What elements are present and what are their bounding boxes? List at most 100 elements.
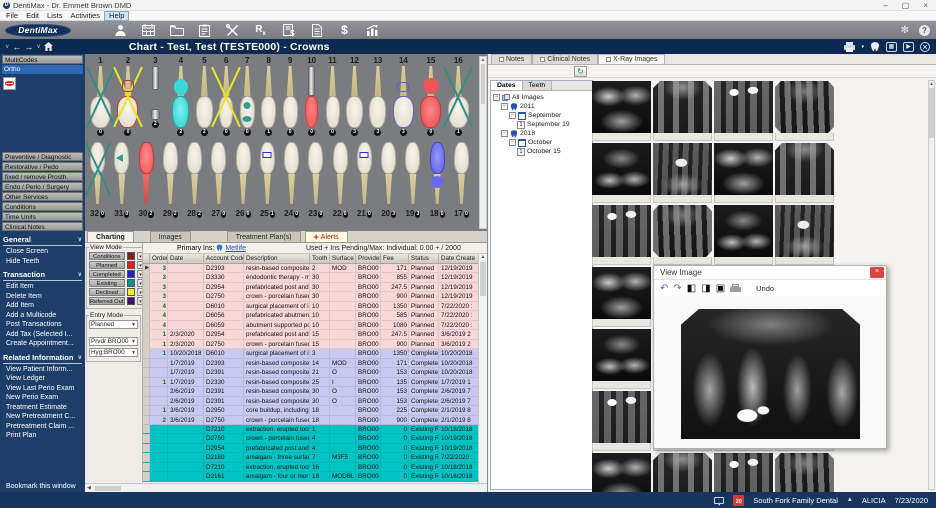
tooth-30[interactable] bbox=[139, 142, 154, 204]
xray-thumbnail[interactable] bbox=[592, 81, 651, 141]
xray-thumbnail[interactable] bbox=[592, 143, 651, 203]
table-row[interactable]: 1/7/2019D2393resin-based composite -14MO… bbox=[143, 359, 487, 368]
table-row[interactable]: 3D2750crown - porcelain fused30BRO00900P… bbox=[143, 292, 487, 301]
tree-tab-dates[interactable]: Dates bbox=[491, 81, 523, 90]
sidebar-item-edit-item[interactable]: Edit Item bbox=[0, 282, 85, 292]
xray-image-large[interactable] bbox=[681, 309, 860, 439]
table-row[interactable]: D2750crown - porcelain fused4BRO000Exist… bbox=[143, 434, 487, 443]
column-header-status[interactable]: Status bbox=[409, 254, 439, 263]
xray-thumbnail[interactable] bbox=[714, 205, 773, 265]
xray-thumbnail-image[interactable] bbox=[714, 453, 773, 492]
sidebar-category-clinical-notes[interactable]: Clinical Notes bbox=[2, 222, 83, 231]
tree-expander[interactable]: − bbox=[501, 130, 508, 137]
table-row[interactable]: D2160amalgam - three surfac7M3F5BRO000Ex… bbox=[143, 453, 487, 462]
tooth-13[interactable]: 3 bbox=[369, 66, 386, 136]
sidebar-item-view-ledger[interactable]: View Ledger bbox=[0, 374, 85, 384]
table-row[interactable]: 2/6/2019D2391resin-based composite -30OB… bbox=[143, 387, 487, 396]
tooth-23[interactable] bbox=[308, 142, 323, 204]
help-icon[interactable]: ? bbox=[919, 25, 930, 36]
xray-thumbnail-image[interactable] bbox=[592, 329, 651, 381]
tree-item-all-images[interactable]: −All Images bbox=[493, 93, 592, 102]
grid-view-icon[interactable]: ▦ bbox=[886, 42, 897, 52]
print-dropdown-caret[interactable]: ▾ bbox=[861, 44, 864, 50]
play-icon[interactable]: ▶ bbox=[903, 42, 914, 52]
tooth-22[interactable] bbox=[333, 142, 348, 204]
sidebar-category-restorative-pedo[interactable]: Restorative / Pedo bbox=[2, 162, 83, 171]
hygienist-select[interactable]: Hyg:BRO00▼ bbox=[89, 348, 138, 357]
xray-thumbnail-image[interactable] bbox=[714, 81, 773, 133]
menu-item-file[interactable]: File bbox=[2, 11, 22, 21]
xray-thumbnail[interactable] bbox=[775, 81, 834, 141]
sidebar-category-other-services[interactable]: Other Services bbox=[2, 192, 83, 201]
menu-item-activities[interactable]: Activities bbox=[66, 11, 104, 21]
chevron-down-icon[interactable]: ∨ bbox=[78, 271, 82, 278]
color-swatch[interactable] bbox=[127, 270, 135, 278]
table-row[interactable]: D7210extraction, erupted toot1BRO000Exis… bbox=[143, 425, 487, 434]
sidebar-category-preventive-diagnostic[interactable]: Preventive / Diagnostic bbox=[2, 152, 83, 161]
xray-thumbnail[interactable] bbox=[592, 205, 651, 265]
sidebar-item-add-a-multicode[interactable]: Add a Multicode bbox=[0, 311, 85, 321]
xray-thumbnail[interactable] bbox=[592, 329, 651, 389]
tooth-chart-icon[interactable] bbox=[870, 42, 880, 52]
column-header-fee[interactable]: Fee bbox=[381, 254, 409, 263]
tooth-6[interactable]: 0 bbox=[219, 66, 233, 136]
tree-item-october-15[interactable]: 1October 15 bbox=[493, 147, 592, 156]
sidebar-item-new-pretreatment-c-[interactable]: New Pretreatment C... bbox=[0, 412, 85, 422]
payment-icon[interactable]: $ bbox=[337, 24, 352, 37]
menu-item-lists[interactable]: Lists bbox=[43, 11, 66, 21]
tab-clinical-notes[interactable]: Clinical Notes bbox=[532, 54, 598, 64]
forward-arrow-icon[interactable]: → bbox=[24, 42, 33, 52]
column-header-account-code[interactable]: Account Code bbox=[204, 254, 244, 263]
xray-thumbnail-image[interactable] bbox=[653, 205, 712, 257]
view-mode-completed-button[interactable]: Completed bbox=[89, 270, 125, 278]
sidebar-item-hide-teeth[interactable]: Hide Teeth bbox=[0, 257, 85, 267]
table-row[interactable]: 4D6010surgical placement of in10BRO00135… bbox=[143, 302, 487, 311]
tree-item-2018[interactable]: −2018 bbox=[493, 129, 592, 138]
chart-scrollbar[interactable]: ▲ bbox=[479, 56, 487, 229]
menu-item-help[interactable]: Help bbox=[104, 11, 129, 21]
table-row[interactable]: D2954prefabricated post and4BRO000Existi… bbox=[143, 444, 487, 453]
xray-thumbnail-image[interactable] bbox=[775, 453, 834, 492]
xray-thumbnail-image[interactable] bbox=[592, 205, 651, 257]
xray-thumbnail-image[interactable] bbox=[592, 267, 651, 319]
table-row[interactable]: 12/3/2020D2750crown - porcelain fused15B… bbox=[143, 340, 487, 349]
chevron-down-icon[interactable]: ∨ bbox=[78, 354, 82, 361]
tooth-18[interactable] bbox=[430, 142, 445, 204]
tooth-12[interactable]: 3 bbox=[346, 66, 363, 136]
tooth-2[interactable]: 0 bbox=[117, 66, 138, 136]
sidebar-item-delete-item[interactable]: Delete Item bbox=[0, 292, 85, 302]
table-row[interactable]: 4D6056prefabricated abutment10BRO00585Pl… bbox=[143, 311, 487, 320]
xray-thumbnail-image[interactable] bbox=[592, 453, 651, 492]
color-swatch[interactable] bbox=[127, 297, 135, 305]
xray-thumbnail[interactable] bbox=[653, 81, 712, 141]
table-vertical-scrollbar[interactable]: ▲ bbox=[478, 254, 487, 483]
xray-thumbnail-image[interactable] bbox=[775, 81, 834, 133]
primary-ins-link[interactable]: Metlife bbox=[225, 245, 246, 252]
tooth-26[interactable] bbox=[236, 142, 251, 204]
xray-thumbnail[interactable] bbox=[592, 267, 651, 327]
xray-thumbnail[interactable] bbox=[653, 205, 712, 265]
sidebar-item-treatment-estimate[interactable]: Treatment Estimate bbox=[0, 403, 85, 413]
collapse-chevron-icon[interactable]: ∨ bbox=[5, 43, 9, 50]
instruments-icon[interactable] bbox=[225, 24, 240, 37]
xray-thumbnail[interactable] bbox=[653, 453, 712, 492]
calendar-badge-icon[interactable]: 20 bbox=[733, 495, 744, 506]
entry-mode-select[interactable]: Planned▼ bbox=[89, 320, 138, 329]
column-header-selector[interactable] bbox=[143, 254, 150, 263]
table-row[interactable]: 110/20/2018D6010surgical placement of in… bbox=[143, 349, 487, 358]
sidebar-item-add-item[interactable]: Add Item bbox=[0, 301, 85, 311]
close-chart-icon[interactable]: × bbox=[920, 42, 930, 52]
xray-thumbnail-image[interactable] bbox=[592, 391, 651, 443]
table-row[interactable]: 3D3330endodontic therapy - m30BRO00855Pl… bbox=[143, 273, 487, 282]
tooth-1[interactable]: 0 bbox=[90, 66, 111, 136]
table-horizontal-scrollbar[interactable]: ◀▶ bbox=[85, 483, 487, 492]
xray-thumbnail-image[interactable] bbox=[775, 205, 834, 257]
settings-gear-icon[interactable]: ✻ bbox=[901, 25, 909, 36]
table-row[interactable]: 4D6059abutment supported po10BRO001080Pl… bbox=[143, 321, 487, 330]
tree-expander[interactable]: − bbox=[501, 103, 508, 110]
reports-icon[interactable] bbox=[365, 24, 380, 37]
flip-vertical-icon[interactable]: ◨ bbox=[701, 283, 710, 294]
tab-notes[interactable]: Notes bbox=[491, 54, 532, 64]
xray-thumbnail-image[interactable] bbox=[592, 81, 651, 133]
xray-thumbnail-image[interactable] bbox=[592, 143, 651, 195]
